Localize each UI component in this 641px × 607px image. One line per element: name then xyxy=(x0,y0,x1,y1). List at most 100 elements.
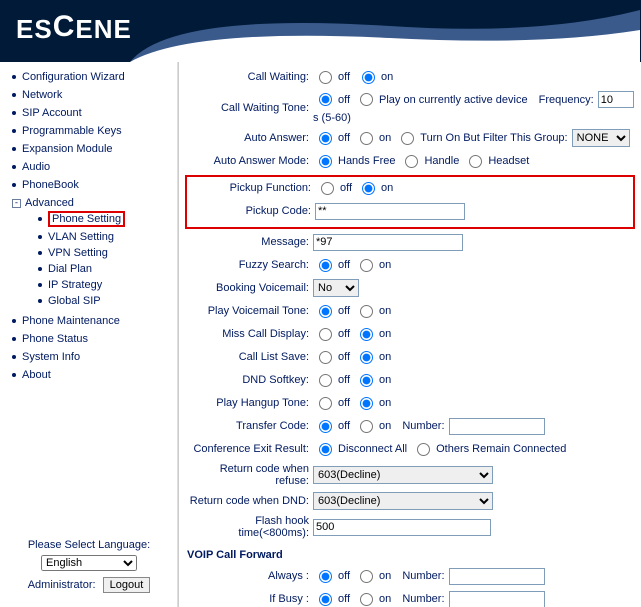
off-label: off xyxy=(338,570,350,582)
sidebar-item-programmable-keys[interactable]: Programmable Keys xyxy=(22,125,122,137)
language-select[interactable]: English xyxy=(41,555,137,571)
pickup-off[interactable] xyxy=(321,182,334,195)
on-label: on xyxy=(381,71,393,83)
on-label: on xyxy=(379,328,391,340)
off-label: off xyxy=(338,593,350,605)
dnd-on[interactable] xyxy=(360,374,373,387)
conf-exit-remain[interactable] xyxy=(417,443,430,456)
auto-answer-on[interactable] xyxy=(360,132,373,145)
cls-off[interactable] xyxy=(319,351,332,364)
ret-dnd-select[interactable]: 603(Decline) xyxy=(313,492,493,510)
fuzzy-off[interactable] xyxy=(319,259,332,272)
auto-answer-filter[interactable] xyxy=(401,132,414,145)
sidebar-item-dial-plan[interactable]: Dial Plan xyxy=(48,263,92,275)
admin-label: Administrator: xyxy=(28,579,96,591)
fwd-busy-off[interactable] xyxy=(319,593,332,606)
sidebar-item-phone-status[interactable]: Phone Status xyxy=(22,333,88,345)
sidebar-item-global-sip[interactable]: Global SIP xyxy=(48,295,101,307)
header-swoosh xyxy=(130,0,640,62)
off-label: off xyxy=(338,71,350,83)
label-fuzzy-search: Fuzzy Search: xyxy=(185,259,313,271)
transfer-code-number[interactable] xyxy=(449,418,545,435)
label-play-hangup-tone: Play Hangup Tone: xyxy=(185,397,313,409)
conf-exit-disconnect[interactable] xyxy=(319,443,332,456)
sidebar-item-vpn-setting[interactable]: VPN Setting xyxy=(48,247,108,259)
label-play-voicemail-tone: Play Voicemail Tone: xyxy=(185,305,313,317)
language-label: Please Select Language: xyxy=(14,539,164,551)
cwt-off[interactable] xyxy=(319,93,332,106)
frequency-input[interactable] xyxy=(598,91,634,108)
tc-on[interactable] xyxy=(360,420,373,433)
fwd-busy-number[interactable] xyxy=(449,591,545,607)
off-label: off xyxy=(338,94,350,106)
sidebar: Configuration Wizard Network SIP Account… xyxy=(0,62,178,607)
section-voip-forward: VOIP Call Forward xyxy=(187,549,635,561)
off-label: off xyxy=(338,420,350,432)
label-if-busy: If Busy : xyxy=(185,593,313,605)
ret-refuse-select[interactable]: 603(Decline) xyxy=(313,466,493,484)
pvt-off[interactable] xyxy=(319,305,332,318)
collapse-icon[interactable]: - xyxy=(12,199,21,208)
label-pickup-code: Pickup Code: xyxy=(187,205,315,217)
frequency-label: Frequency: xyxy=(539,94,594,106)
on-label: on xyxy=(379,259,391,271)
cls-on[interactable] xyxy=(360,351,373,364)
booking-voicemail-select[interactable]: No xyxy=(313,279,359,297)
pickup-code-input[interactable] xyxy=(315,203,465,220)
pickup-on[interactable] xyxy=(362,182,375,195)
tc-off[interactable] xyxy=(319,420,332,433)
mcd-off[interactable] xyxy=(319,328,332,341)
logout-button[interactable]: Logout xyxy=(103,577,151,593)
off-label: off xyxy=(338,374,350,386)
aam-headset[interactable] xyxy=(469,155,482,168)
main-panel: Call Waiting: off on Call Waiting Tone: … xyxy=(178,62,641,607)
message-input[interactable] xyxy=(313,234,463,251)
label-booking-voicemail: Booking Voicemail: xyxy=(185,282,313,294)
flash-hook-input[interactable] xyxy=(313,519,491,536)
fwd-busy-on[interactable] xyxy=(360,593,373,606)
call-waiting-on[interactable] xyxy=(362,71,375,84)
aam-handle[interactable] xyxy=(405,155,418,168)
sidebar-item-config-wizard[interactable]: Configuration Wizard xyxy=(22,71,125,83)
label-miss-call-display: Miss Call Display: xyxy=(185,328,313,340)
label-message: Message: xyxy=(185,236,313,248)
auto-answer-group-select[interactable]: NONE xyxy=(572,129,630,147)
sidebar-item-sip-account[interactable]: SIP Account xyxy=(22,107,82,119)
sidebar-item-expansion-module[interactable]: Expansion Module xyxy=(22,143,113,155)
on-label: on xyxy=(379,420,391,432)
pht-on[interactable] xyxy=(360,397,373,410)
call-waiting-off[interactable] xyxy=(319,71,332,84)
aam-handsfree[interactable] xyxy=(319,155,332,168)
on-label: on xyxy=(379,593,391,605)
sidebar-item-about[interactable]: About xyxy=(22,369,51,381)
dnd-off[interactable] xyxy=(319,374,332,387)
off-label: off xyxy=(338,397,350,409)
sidebar-item-network[interactable]: Network xyxy=(22,89,62,101)
fwd-always-number[interactable] xyxy=(449,568,545,585)
mcd-on[interactable] xyxy=(360,328,373,341)
fuzzy-on[interactable] xyxy=(360,259,373,272)
sidebar-item-audio[interactable]: Audio xyxy=(22,161,50,173)
disconnect-label: Disconnect All xyxy=(338,443,407,455)
handsfree-label: Hands Free xyxy=(338,155,395,167)
label-conf-exit: Conference Exit Result: xyxy=(185,443,313,455)
sidebar-item-phone-maintenance[interactable]: Phone Maintenance xyxy=(22,315,120,327)
auto-answer-off[interactable] xyxy=(319,132,332,145)
on-label: on xyxy=(379,305,391,317)
pht-off[interactable] xyxy=(319,397,332,410)
sidebar-item-ip-strategy[interactable]: IP Strategy xyxy=(48,279,102,291)
off-label: off xyxy=(338,328,350,340)
brand-logo: ESCENE xyxy=(16,12,132,46)
fwd-always-on[interactable] xyxy=(360,570,373,583)
sidebar-item-phonebook[interactable]: PhoneBook xyxy=(22,179,79,191)
sidebar-item-vlan-setting[interactable]: VLAN Setting xyxy=(48,231,114,243)
fwd-always-off[interactable] xyxy=(319,570,332,583)
off-label: off xyxy=(338,351,350,363)
off-label: off xyxy=(338,259,350,271)
cwt-play-active[interactable] xyxy=(360,93,373,106)
sidebar-item-phone-setting[interactable]: Phone Setting xyxy=(52,213,121,225)
sidebar-item-advanced[interactable]: Advanced xyxy=(25,197,74,209)
sidebar-item-system-info[interactable]: System Info xyxy=(22,351,80,363)
handle-label: Handle xyxy=(424,155,459,167)
pvt-on[interactable] xyxy=(360,305,373,318)
